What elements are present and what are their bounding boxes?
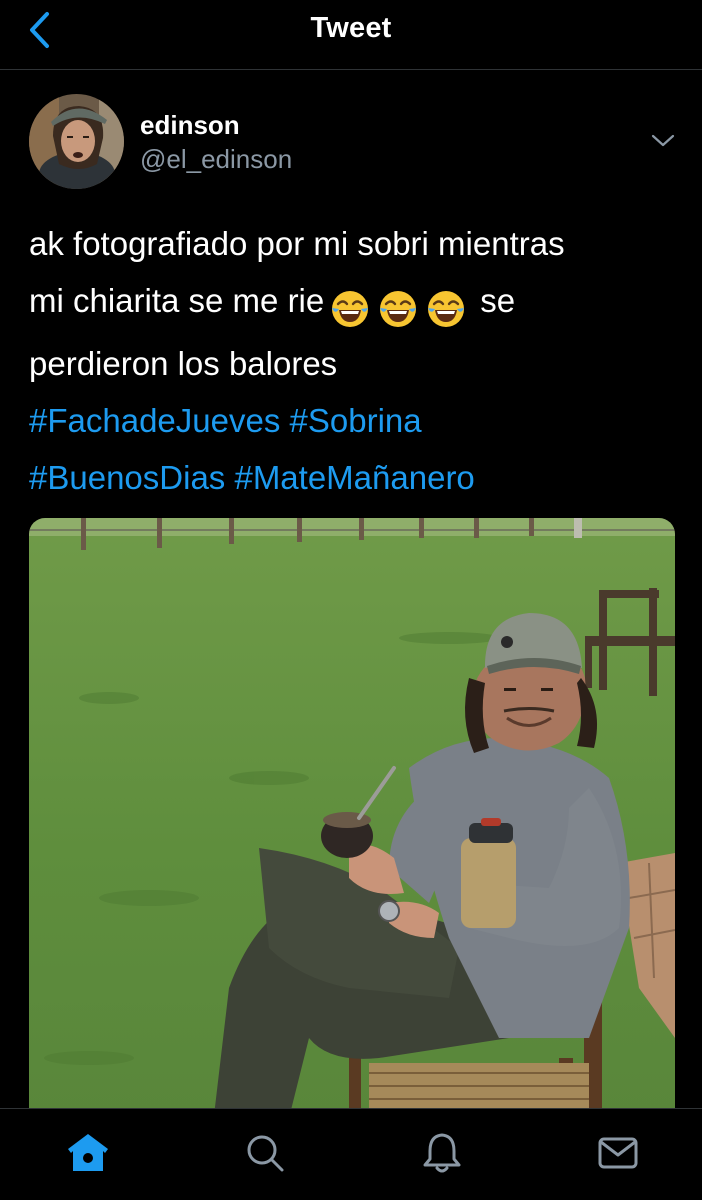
top-bar: Tweet (0, 0, 702, 70)
laughing-tears-emoji-icon (428, 291, 465, 328)
hashtag-link[interactable]: #BuenosDias (29, 459, 225, 496)
search-icon (247, 1135, 284, 1172)
emoji-group (330, 278, 474, 335)
tab-messages[interactable] (594, 1129, 642, 1177)
bottom-tab-bar (0, 1108, 702, 1200)
avatar[interactable] (29, 94, 124, 189)
author-name[interactable]: edinson (140, 110, 240, 141)
laughing-tears-emoji-icon (380, 291, 417, 328)
hashtag-line-1: #FachadeJueves #Sobrina (29, 392, 679, 449)
bell-icon (423, 1133, 461, 1173)
tab-home[interactable] (64, 1129, 112, 1177)
profile-photo (29, 94, 124, 189)
tweet-line-2-text: mi chiarita se me rie (29, 282, 325, 319)
hashtag-link[interactable]: #MateMañanero (234, 459, 474, 496)
photo-illustration (29, 518, 675, 1158)
tab-notifications[interactable] (418, 1129, 466, 1177)
laughing-tears-emoji-icon (332, 291, 369, 328)
hashtag-link[interactable]: #FachadeJueves (29, 402, 280, 439)
tab-search[interactable] (241, 1129, 289, 1177)
hashtag-line-2: #BuenosDias #MateMañanero (29, 449, 679, 506)
tweet-line-1: ak fotografiado por mi sobri mientras (29, 225, 565, 262)
hashtag-link[interactable]: #Sobrina (290, 402, 422, 439)
tweet-line-2: mi chiarita se me rie se (29, 272, 679, 335)
more-options-button[interactable] (646, 126, 680, 156)
tweet-line-2-tail: se (480, 282, 516, 319)
mail-icon (598, 1137, 638, 1169)
chevron-down-icon (651, 134, 675, 147)
tweet-photo[interactable] (29, 518, 675, 1158)
tweet-text: ak fotografiado por mi sobri mientras mi… (29, 215, 679, 506)
home-icon (68, 1134, 108, 1171)
page-title: Tweet (310, 12, 392, 44)
author-handle[interactable]: @el_edinson (140, 144, 292, 175)
tweet-line-3: perdieron los balores (29, 345, 338, 382)
